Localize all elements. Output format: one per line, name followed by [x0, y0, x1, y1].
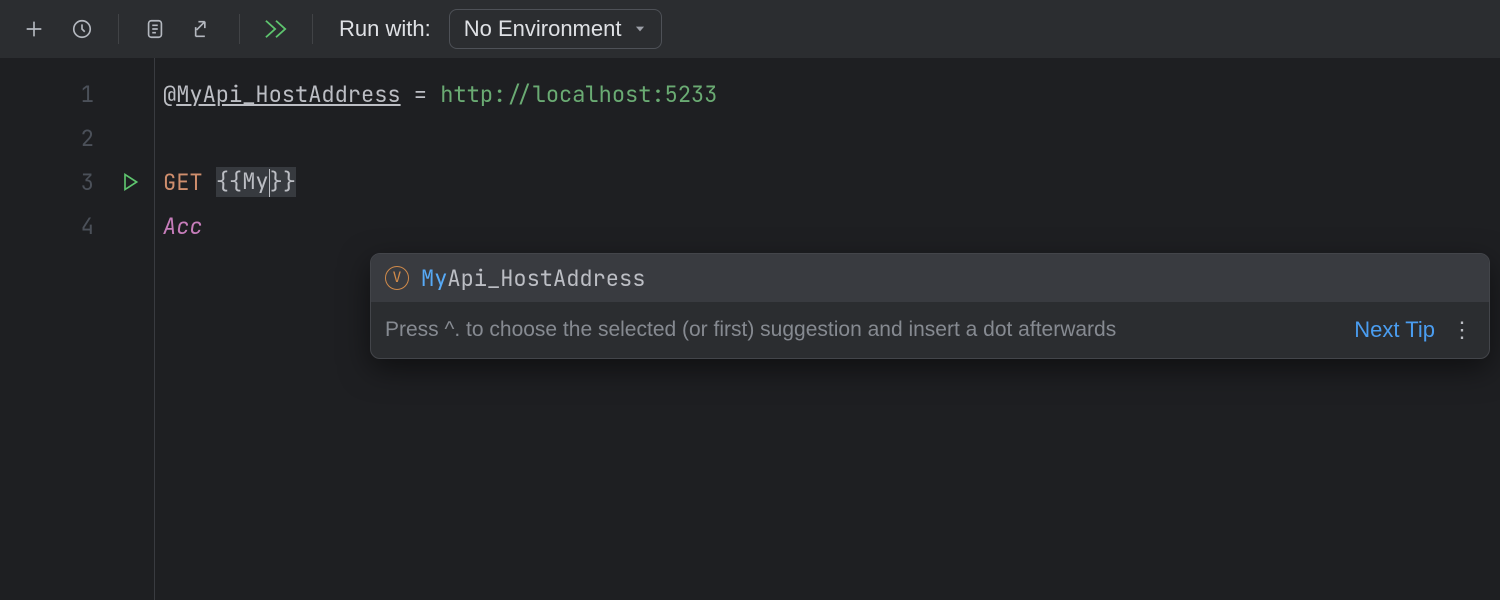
- code-line[interactable]: GET {{My}}: [163, 160, 1500, 204]
- completion-hint-bar: Press ^. to choose the selected (or firs…: [371, 302, 1489, 358]
- document-icon: [144, 18, 166, 40]
- editor[interactable]: 1 2 3 4 @MyApi_HostAddress = http://loca…: [0, 58, 1500, 600]
- variable-icon: V: [385, 266, 409, 290]
- double-play-icon: [263, 18, 289, 40]
- run-all-button[interactable]: [256, 9, 296, 49]
- equals: =: [401, 80, 441, 109]
- http-method: GET: [163, 168, 216, 197]
- variable-name: MyApi_HostAddress: [176, 80, 400, 109]
- next-tip-link[interactable]: Next Tip: [1354, 317, 1435, 343]
- gutter: 1 2 3 4: [0, 58, 155, 600]
- completion-label: MyApi_HostAddress: [421, 264, 645, 293]
- url-value: http://localhost:5233: [440, 80, 717, 109]
- add-button[interactable]: [14, 9, 54, 49]
- separator: [118, 14, 119, 44]
- code-area[interactable]: @MyApi_HostAddress = http://localhost:52…: [155, 58, 1500, 600]
- import-button[interactable]: [183, 9, 223, 49]
- history-button[interactable]: [62, 9, 102, 49]
- play-icon: [120, 172, 140, 192]
- gutter-line: 1: [0, 72, 154, 116]
- header-name: Acc: [163, 212, 203, 241]
- chevron-down-icon: [633, 16, 647, 42]
- separator: [312, 14, 313, 44]
- run-gutter-icon[interactable]: [120, 172, 140, 192]
- gutter-line: 4: [0, 204, 154, 248]
- code-line[interactable]: @MyApi_HostAddress = http://localhost:52…: [163, 72, 1500, 116]
- environment-value: No Environment: [464, 16, 622, 42]
- examples-button[interactable]: [135, 9, 175, 49]
- environment-selector[interactable]: No Environment: [449, 9, 663, 49]
- gutter-line: 2: [0, 116, 154, 160]
- template-expr: {{My}}: [216, 167, 296, 197]
- toolbar: Run with: No Environment: [0, 0, 1500, 58]
- plus-icon: [23, 18, 45, 40]
- runwith-label: Run with:: [339, 16, 431, 42]
- gutter-line: 3: [0, 160, 154, 204]
- separator: [239, 14, 240, 44]
- clock-icon: [71, 18, 93, 40]
- code-line[interactable]: [163, 116, 1500, 160]
- code-line[interactable]: Acc: [163, 204, 1500, 248]
- at-sign: @: [163, 80, 176, 109]
- hint-text: Press ^. to choose the selected (or firs…: [385, 318, 1340, 342]
- completion-popup: V MyApi_HostAddress Press ^. to choose t…: [370, 253, 1490, 359]
- import-icon: [192, 18, 214, 40]
- more-icon[interactable]: ⋮: [1449, 317, 1475, 343]
- completion-item[interactable]: V MyApi_HostAddress: [371, 254, 1489, 302]
